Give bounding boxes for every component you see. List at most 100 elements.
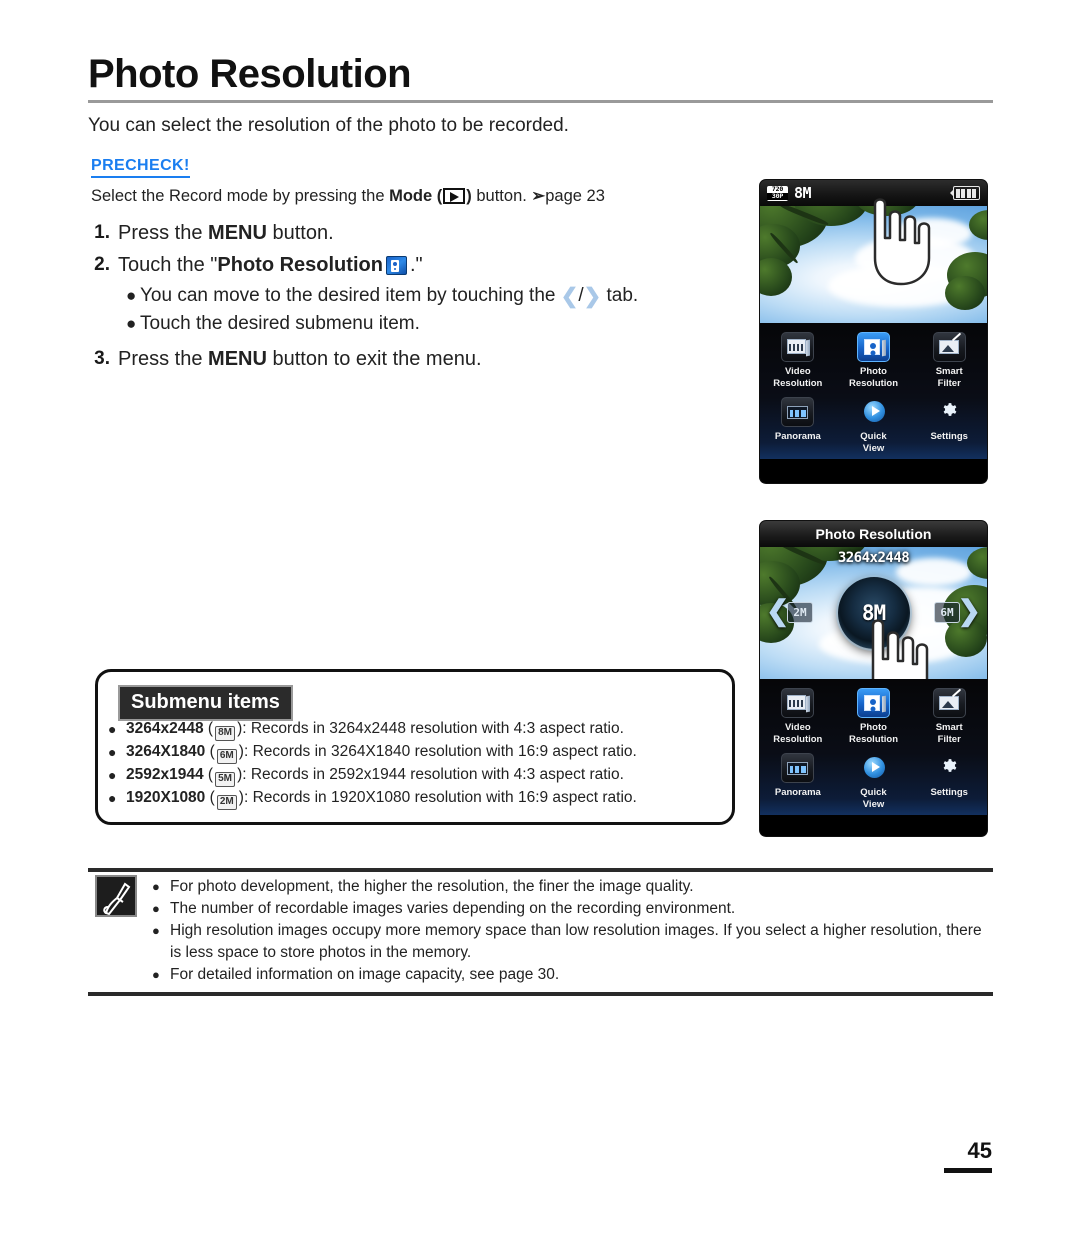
- bullet-dot: ●: [126, 286, 137, 305]
- submenu-item-resolution: 3264x2448: [126, 720, 204, 737]
- step-3-before: Press the: [118, 348, 209, 370]
- photo-resolution-status: 8M: [794, 184, 812, 202]
- resolution-dial[interactable]: 8M: [837, 577, 910, 649]
- step-2-before: Touch the ": [118, 254, 218, 276]
- bullet-text: Touch the desired submenu item.: [140, 313, 420, 334]
- bullet-before: You can move to the desired item by touc…: [140, 285, 561, 306]
- submenu-item-resolution: 2592x1944: [126, 766, 204, 783]
- bullet-dot: ●: [152, 923, 160, 938]
- note-pen-icon: [95, 875, 137, 917]
- menu-label-line1: Video: [784, 722, 811, 733]
- menu-item-video-resolution[interactable]: Video Resolution: [760, 332, 836, 389]
- camera-status-bar: 720 30P 8M: [760, 180, 987, 206]
- nav-next-icon[interactable]: ❯: [958, 597, 981, 625]
- page-number-rule: [944, 1168, 992, 1173]
- bullet-after: tab.: [601, 285, 639, 306]
- submenu-item: ● 3264X1840 (6M): Records in 3264X1840 r…: [108, 742, 728, 764]
- menu-label-line1: Settings: [930, 431, 968, 442]
- step-1: 1. Press the MENU button.: [88, 218, 738, 248]
- step-3: 3. Press the MENU button to exit the men…: [88, 344, 738, 374]
- quick-view-icon[interactable]: [857, 753, 890, 783]
- menu-label-line2: View: [862, 798, 885, 810]
- note-item: ● The number of recordable images varies…: [152, 898, 997, 920]
- menu-label-line1: Smart: [935, 722, 963, 733]
- bullet-item: ● Touch the desired submenu item.: [126, 310, 738, 338]
- bullet-text: You can move to the desired item by touc…: [140, 282, 638, 310]
- photo-resolution-icon[interactable]: [857, 332, 890, 362]
- menu-label-line1: Photo: [860, 722, 887, 733]
- menu-label-line2: Resolution: [848, 733, 899, 745]
- play-mode-icon: [443, 188, 466, 204]
- resolution-option-left[interactable]: 2M: [787, 602, 813, 623]
- video-resolution-icon[interactable]: [781, 332, 815, 362]
- intro-text: You can select the resolution of the pho…: [88, 115, 569, 136]
- megapixel-badge-icon: 2M: [216, 795, 237, 810]
- bullet-item: ● You can move to the desired item by to…: [126, 282, 738, 310]
- bullet-dot: ●: [126, 314, 137, 333]
- note-text: The number of recordable images varies d…: [170, 900, 736, 917]
- menu-item-panorama[interactable]: Panorama: [760, 753, 836, 810]
- submenu-item-description: : Records in 1920X1080 resolution with 1…: [243, 789, 637, 806]
- resolution-option-right[interactable]: 6M: [934, 602, 960, 623]
- menu-label-line1: Quick: [860, 787, 887, 798]
- chevron-left-icon: ❮: [560, 285, 579, 308]
- resolution-selector: 3264x2448 ❮ 2M 8M 6M ❯: [760, 547, 987, 679]
- panorama-icon[interactable]: [781, 753, 815, 783]
- submenu-item-resolution: 1920X1080: [126, 789, 206, 806]
- step-3-text: Press the MENU button to exit the menu.: [118, 344, 482, 374]
- panorama-icon[interactable]: [781, 397, 815, 427]
- menu-item-smart-filter[interactable]: Smart Filter: [911, 332, 987, 389]
- menu-label-line2: Resolution: [773, 733, 823, 745]
- menu-item-smart-filter[interactable]: Smart Filter: [911, 688, 987, 745]
- camera-live-preview: 3264x2448 ❮ 2M 8M 6M ❯: [760, 547, 987, 679]
- menu-label-line1: Video: [784, 366, 811, 377]
- quick-view-icon[interactable]: [857, 397, 890, 427]
- step-1-text: Press the MENU button.: [118, 218, 334, 248]
- submenu-item: ● 2592x1944 (5M): Records in 2592x1944 r…: [108, 765, 728, 787]
- note-text: For photo development, the higher the re…: [170, 878, 694, 895]
- menu-item-photo-resolution[interactable]: Photo Resolution: [836, 332, 912, 389]
- nav-prev-icon[interactable]: ❮: [766, 597, 789, 625]
- note-item: ● For photo development, the higher the …: [152, 876, 997, 898]
- page-title: Photo Resolution: [88, 52, 412, 96]
- photo-resolution-icon: [385, 256, 407, 275]
- submenu-items-list: ● 3264x2448 (8M): Records in 3264x2448 r…: [108, 719, 728, 811]
- step-3-bold: MENU: [208, 348, 267, 370]
- video-resolution-badge-icon: 720 30P: [767, 185, 788, 201]
- menu-item-video-resolution[interactable]: Video Resolution: [760, 688, 836, 745]
- menu-item-settings[interactable]: Settings: [911, 753, 987, 810]
- megapixel-badge-icon: 6M: [216, 749, 237, 764]
- camera-menu-row: Video Resolution Photo Resolution Smart …: [760, 688, 987, 745]
- submenu-item-content: 3264x2448 (8M): Records in 3264x2448 res…: [126, 719, 624, 741]
- precheck-page-ref: page 23: [545, 187, 605, 205]
- chevron-right-icon: ❯: [583, 285, 602, 308]
- menu-item-quick-view[interactable]: Quick View: [836, 397, 912, 454]
- smart-filter-icon[interactable]: [932, 688, 966, 718]
- bullet-dot: ●: [108, 790, 117, 806]
- video-resolution-icon[interactable]: [781, 688, 815, 718]
- camera-menu-row: Panorama Quick View Settings: [760, 397, 987, 454]
- menu-item-quick-view[interactable]: Quick View: [836, 753, 912, 810]
- menu-item-panorama[interactable]: Panorama: [760, 397, 836, 454]
- camera-screen-record-menu: 720 30P 8M Video Resolution Photo Resolu…: [760, 180, 987, 483]
- photo-resolution-icon[interactable]: [857, 688, 890, 718]
- precheck-mode-bold: Mode: [389, 187, 433, 205]
- submenu-item: ● 3264x2448 (8M): Records in 3264x2448 r…: [108, 719, 728, 741]
- camera-screen-title: Photo Resolution: [760, 521, 987, 547]
- camera-menu-row: Video Resolution Photo Resolution Smart …: [760, 332, 987, 389]
- settings-gear-icon[interactable]: [933, 753, 966, 783]
- menu-label-line2: Resolution: [848, 377, 899, 389]
- step-3-number: 3.: [94, 348, 110, 369]
- menu-item-photo-resolution[interactable]: Photo Resolution: [836, 688, 912, 745]
- menu-label-line2: View: [862, 442, 885, 454]
- precheck-instruction: Select the Record mode by pressing the M…: [91, 186, 605, 206]
- precheck-text-after: button.: [471, 187, 532, 205]
- menu-item-settings[interactable]: Settings: [911, 397, 987, 454]
- menu-label-line2: Resolution: [773, 377, 823, 389]
- settings-gear-icon[interactable]: [933, 397, 966, 427]
- bullet-dot: ●: [108, 744, 117, 760]
- menu-label-line1: Quick: [860, 431, 887, 442]
- selected-resolution-value: 3264x2448: [837, 550, 910, 566]
- smart-filter-icon[interactable]: [932, 332, 966, 362]
- camera-menu-grid: Video Resolution Photo Resolution Smart …: [760, 679, 987, 815]
